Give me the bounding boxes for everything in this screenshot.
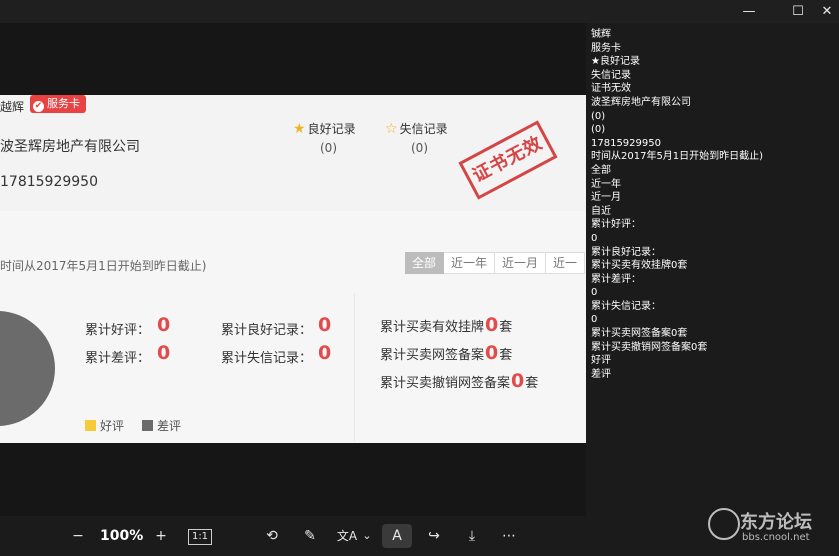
ocr-line[interactable]: ★良好记录 [591, 55, 763, 69]
service-card-badge: ✔ 服务卡 [30, 95, 86, 113]
close-button[interactable]: ✕ [809, 0, 839, 23]
title-bar: — ☐ ✕ [0, 0, 839, 23]
listing-stat: 累计买卖有效挂牌0套 [380, 314, 513, 336]
download-icon[interactable]: ⤓ [462, 524, 482, 548]
ocr-line[interactable]: 17815929950 [591, 137, 763, 151]
chevron-down-icon[interactable]: ⌄ [361, 524, 373, 548]
ocr-line[interactable]: 0 [591, 313, 763, 327]
tab-last-month: 近一月 [495, 252, 547, 274]
divider [354, 293, 355, 441]
forum-logo-icon [708, 508, 740, 540]
ocr-line[interactable]: (0) [591, 110, 763, 124]
ocr-line[interactable]: 累计买卖撤销网签备案0套 [591, 341, 763, 355]
badge-label: 服务卡 [47, 97, 80, 110]
phone-number: 17815929950 [0, 174, 98, 190]
bad-review-value: 0 [157, 342, 171, 364]
review-pie-chart [0, 311, 55, 426]
more-icon[interactable]: ⋯ [499, 524, 519, 548]
ocr-line[interactable]: 自近 [591, 205, 763, 219]
good-record: ★ 良好记录 [293, 120, 356, 137]
watermark-title: 东方论坛 [740, 512, 812, 533]
ocr-line[interactable]: 累计失信记录： [591, 300, 763, 314]
bad-record-count: (0) [411, 141, 428, 155]
period-tabs: 全部 近一年 近一月 近一 [405, 252, 586, 274]
tab-all: 全部 [405, 252, 445, 274]
agent-name: 越辉 [0, 100, 25, 114]
legend-swatch-bad [142, 420, 153, 431]
signed-stat: 累计买卖网签备案0套 [380, 342, 513, 364]
bad-record-total-label: 累计失信记录： [221, 351, 313, 366]
good-review-label: 累计好评： [85, 323, 151, 338]
ocr-line[interactable]: 近一月 [591, 191, 763, 205]
ocr-line[interactable]: 0 [591, 286, 763, 300]
ocr-line[interactable]: 失信记录 [591, 69, 763, 83]
ocr-line[interactable]: 时间从2017年5月1日开始到昨日截止) [591, 150, 763, 164]
rotate-icon[interactable]: ⟲ [262, 524, 282, 548]
ocr-line[interactable]: 服务卡 [591, 42, 763, 56]
cancel-stat: 累计买卖撤销网签备案0套 [380, 370, 539, 392]
bad-record: ☆ 失信记录 [385, 120, 448, 137]
ocr-line[interactable]: 累计买卖网签备案0套 [591, 327, 763, 341]
ocr-line[interactable]: 证书无效 [591, 82, 763, 96]
ocr-line[interactable]: 累计良好记录： [591, 246, 763, 260]
tab-last-year: 近一年 [444, 252, 496, 274]
ocr-line[interactable]: 铖辉 [591, 28, 763, 42]
edit-icon[interactable]: ✎ [300, 524, 320, 548]
good-review-value: 0 [157, 314, 171, 336]
ocr-line[interactable]: 好评 [591, 354, 763, 368]
statistics-period: 时间从2017年5月1日开始到昨日截止) [0, 259, 207, 273]
zoom-in-icon[interactable]: + [151, 524, 171, 548]
bad-record-total-value: 0 [318, 342, 332, 364]
ocr-line[interactable]: 累计买卖有效挂牌0套 [591, 259, 763, 273]
check-icon: ✔ [33, 101, 44, 112]
ocr-text-panel[interactable]: 铖辉 服务卡 ★良好记录 失信记录 证书无效 波圣辉房地产有限公司 (0) (0… [591, 28, 763, 381]
legend-swatch-good [85, 420, 96, 431]
card-header: 越辉 ✔ 服务卡 波圣辉房地产有限公司 17815929950 ★ 良好记录 (0)… [0, 95, 586, 211]
zoom-out-icon[interactable]: − [68, 524, 88, 548]
ocr-line[interactable]: 累计差评： [591, 273, 763, 287]
certificate-invalid-stamp: 证书无效 [458, 120, 558, 200]
zoom-level[interactable]: 100% [100, 524, 143, 548]
good-record-total-value: 0 [318, 314, 332, 336]
ocr-line[interactable]: 差评 [591, 368, 763, 382]
ocr-text-button[interactable]: A [382, 524, 412, 548]
star-outline-icon: ☆ [385, 121, 398, 137]
ocr-line[interactable]: 0 [591, 232, 763, 246]
share-icon[interactable]: ↪ [424, 524, 444, 548]
minimize-button[interactable]: — [731, 0, 767, 23]
actual-size-button[interactable]: 1:1 [188, 529, 212, 545]
ocr-line[interactable]: (0) [591, 123, 763, 137]
watermark-url: bbs.cnool.net [742, 532, 810, 543]
company-name: 波圣辉房地产有限公司 [0, 139, 140, 155]
good-record-total-label: 累计良好记录： [221, 323, 313, 338]
good-record-count: (0) [320, 141, 337, 155]
tab-partial: 近一 [546, 252, 586, 274]
ocr-line[interactable]: 波圣辉房地产有限公司 [591, 96, 763, 110]
bad-review-label: 累计差评： [85, 351, 151, 366]
ocr-line[interactable]: 累计好评： [591, 218, 763, 232]
translate-icon[interactable]: 文A [336, 524, 358, 548]
star-filled-icon: ★ [293, 121, 306, 137]
ocr-line[interactable]: 全部 [591, 164, 763, 178]
bad-record-label: 失信记录 [399, 122, 448, 136]
ocr-line[interactable]: 近一年 [591, 178, 763, 192]
agent-card-image: 越辉 ✔ 服务卡 波圣辉房地产有限公司 17815929950 ★ 良好记录 (0)… [0, 95, 586, 443]
legend-bad: 差评 [142, 417, 181, 434]
good-record-label: 良好记录 [307, 122, 356, 136]
legend-good: 好评 [85, 417, 124, 434]
